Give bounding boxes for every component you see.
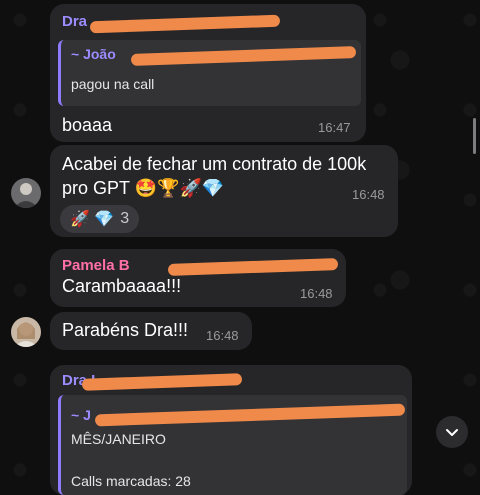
- redaction-mark: [81, 373, 243, 391]
- quoted-text: pagou na call: [71, 76, 155, 92]
- message-time: 16:48: [300, 286, 333, 301]
- reaction-emojis: 🚀 💎: [70, 211, 115, 228]
- quoted-text: MÊS/JANEIRO: [71, 431, 166, 447]
- message-text-line: Acabei de fechar um contrato de 100k: [62, 154, 367, 174]
- reaction-pill[interactable]: 🚀 💎 3: [60, 205, 140, 233]
- message-text: Parabéns Dra!!!: [62, 320, 189, 340]
- message-time: 16:47: [318, 120, 351, 135]
- scrollbar[interactable]: [473, 118, 476, 154]
- message-text-line: pro GPT 🤩🏆🚀💎: [62, 178, 225, 198]
- message-bubble[interactable]: Dra L ~ J MÊS/JANEIRO Calls marcadas: 28: [50, 365, 412, 495]
- redaction-mark: [89, 14, 281, 34]
- message-bubble[interactable]: Pamela B Carambaaaa!!! 16:48: [50, 249, 346, 307]
- avatar[interactable]: [11, 178, 41, 208]
- person-avatar-icon: [14, 322, 38, 347]
- sender-name: Dra: [62, 13, 88, 30]
- person-avatar-icon: [14, 183, 38, 208]
- redaction-mark: [130, 46, 357, 66]
- avatar[interactable]: [11, 317, 41, 347]
- message-text: boaaa: [62, 115, 113, 135]
- quoted-message[interactable]: ~ João pagou na call: [58, 40, 361, 106]
- reaction-count: 3: [120, 210, 130, 227]
- message-time: 16:48: [352, 187, 385, 202]
- message-time: 16:48: [206, 328, 239, 343]
- redaction-mark: [94, 403, 406, 427]
- sender-name: Pamela B: [62, 257, 130, 274]
- message-bubble[interactable]: Acabei de fechar um contrato de 100k pro…: [50, 145, 398, 237]
- chevron-down-icon: [446, 429, 458, 436]
- quoted-sender-name: ~ João: [71, 46, 116, 62]
- scroll-down-button[interactable]: [436, 416, 468, 448]
- quoted-sender-name: ~ J: [71, 407, 91, 423]
- quoted-text-line: Calls marcadas: 28: [71, 473, 191, 489]
- message-bubble[interactable]: Parabéns Dra!!! 16:48: [50, 312, 252, 350]
- message-bubble[interactable]: Dra ~ João pagou na call boaaa 16:47: [50, 4, 366, 142]
- message-text: Carambaaaa!!!: [62, 276, 182, 296]
- redaction-mark: [167, 258, 339, 276]
- quoted-message[interactable]: ~ J MÊS/JANEIRO Calls marcadas: 28: [58, 395, 407, 495]
